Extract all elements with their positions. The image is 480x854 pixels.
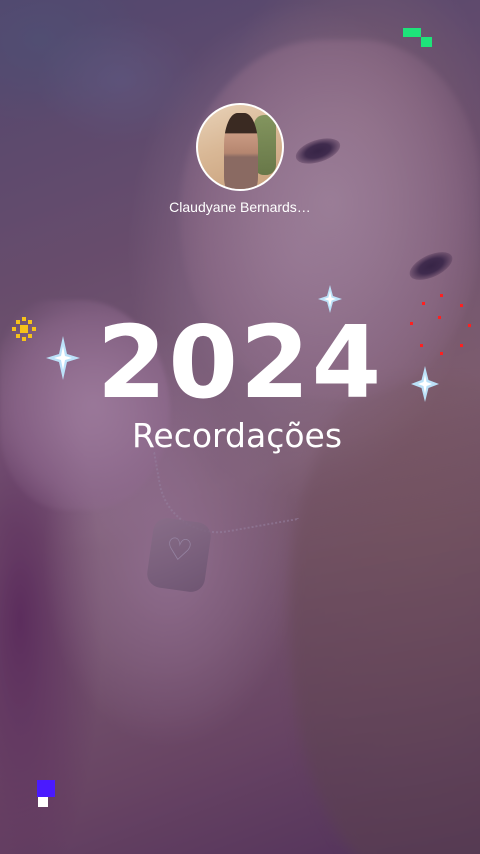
sun-icon (12, 317, 36, 341)
pixel-green-icon (421, 37, 432, 47)
pixel-green-icon (403, 28, 421, 37)
sparkle-icon (411, 366, 439, 402)
avatar-figure (224, 113, 258, 189)
memories-subtitle: Recordações (131, 416, 343, 455)
avatar[interactable] (196, 103, 284, 191)
pixel-white-icon (38, 797, 48, 807)
pixel-blue-icon (37, 780, 55, 797)
sparkle-icon (318, 285, 342, 313)
username[interactable]: Claudyane Bernards… (140, 197, 340, 217)
dot-ring-icon (408, 292, 474, 362)
sparkle-icon (46, 336, 80, 380)
story-screen[interactable]: ♡ Claudyane Bernards… 2024 Recordações (0, 0, 480, 854)
